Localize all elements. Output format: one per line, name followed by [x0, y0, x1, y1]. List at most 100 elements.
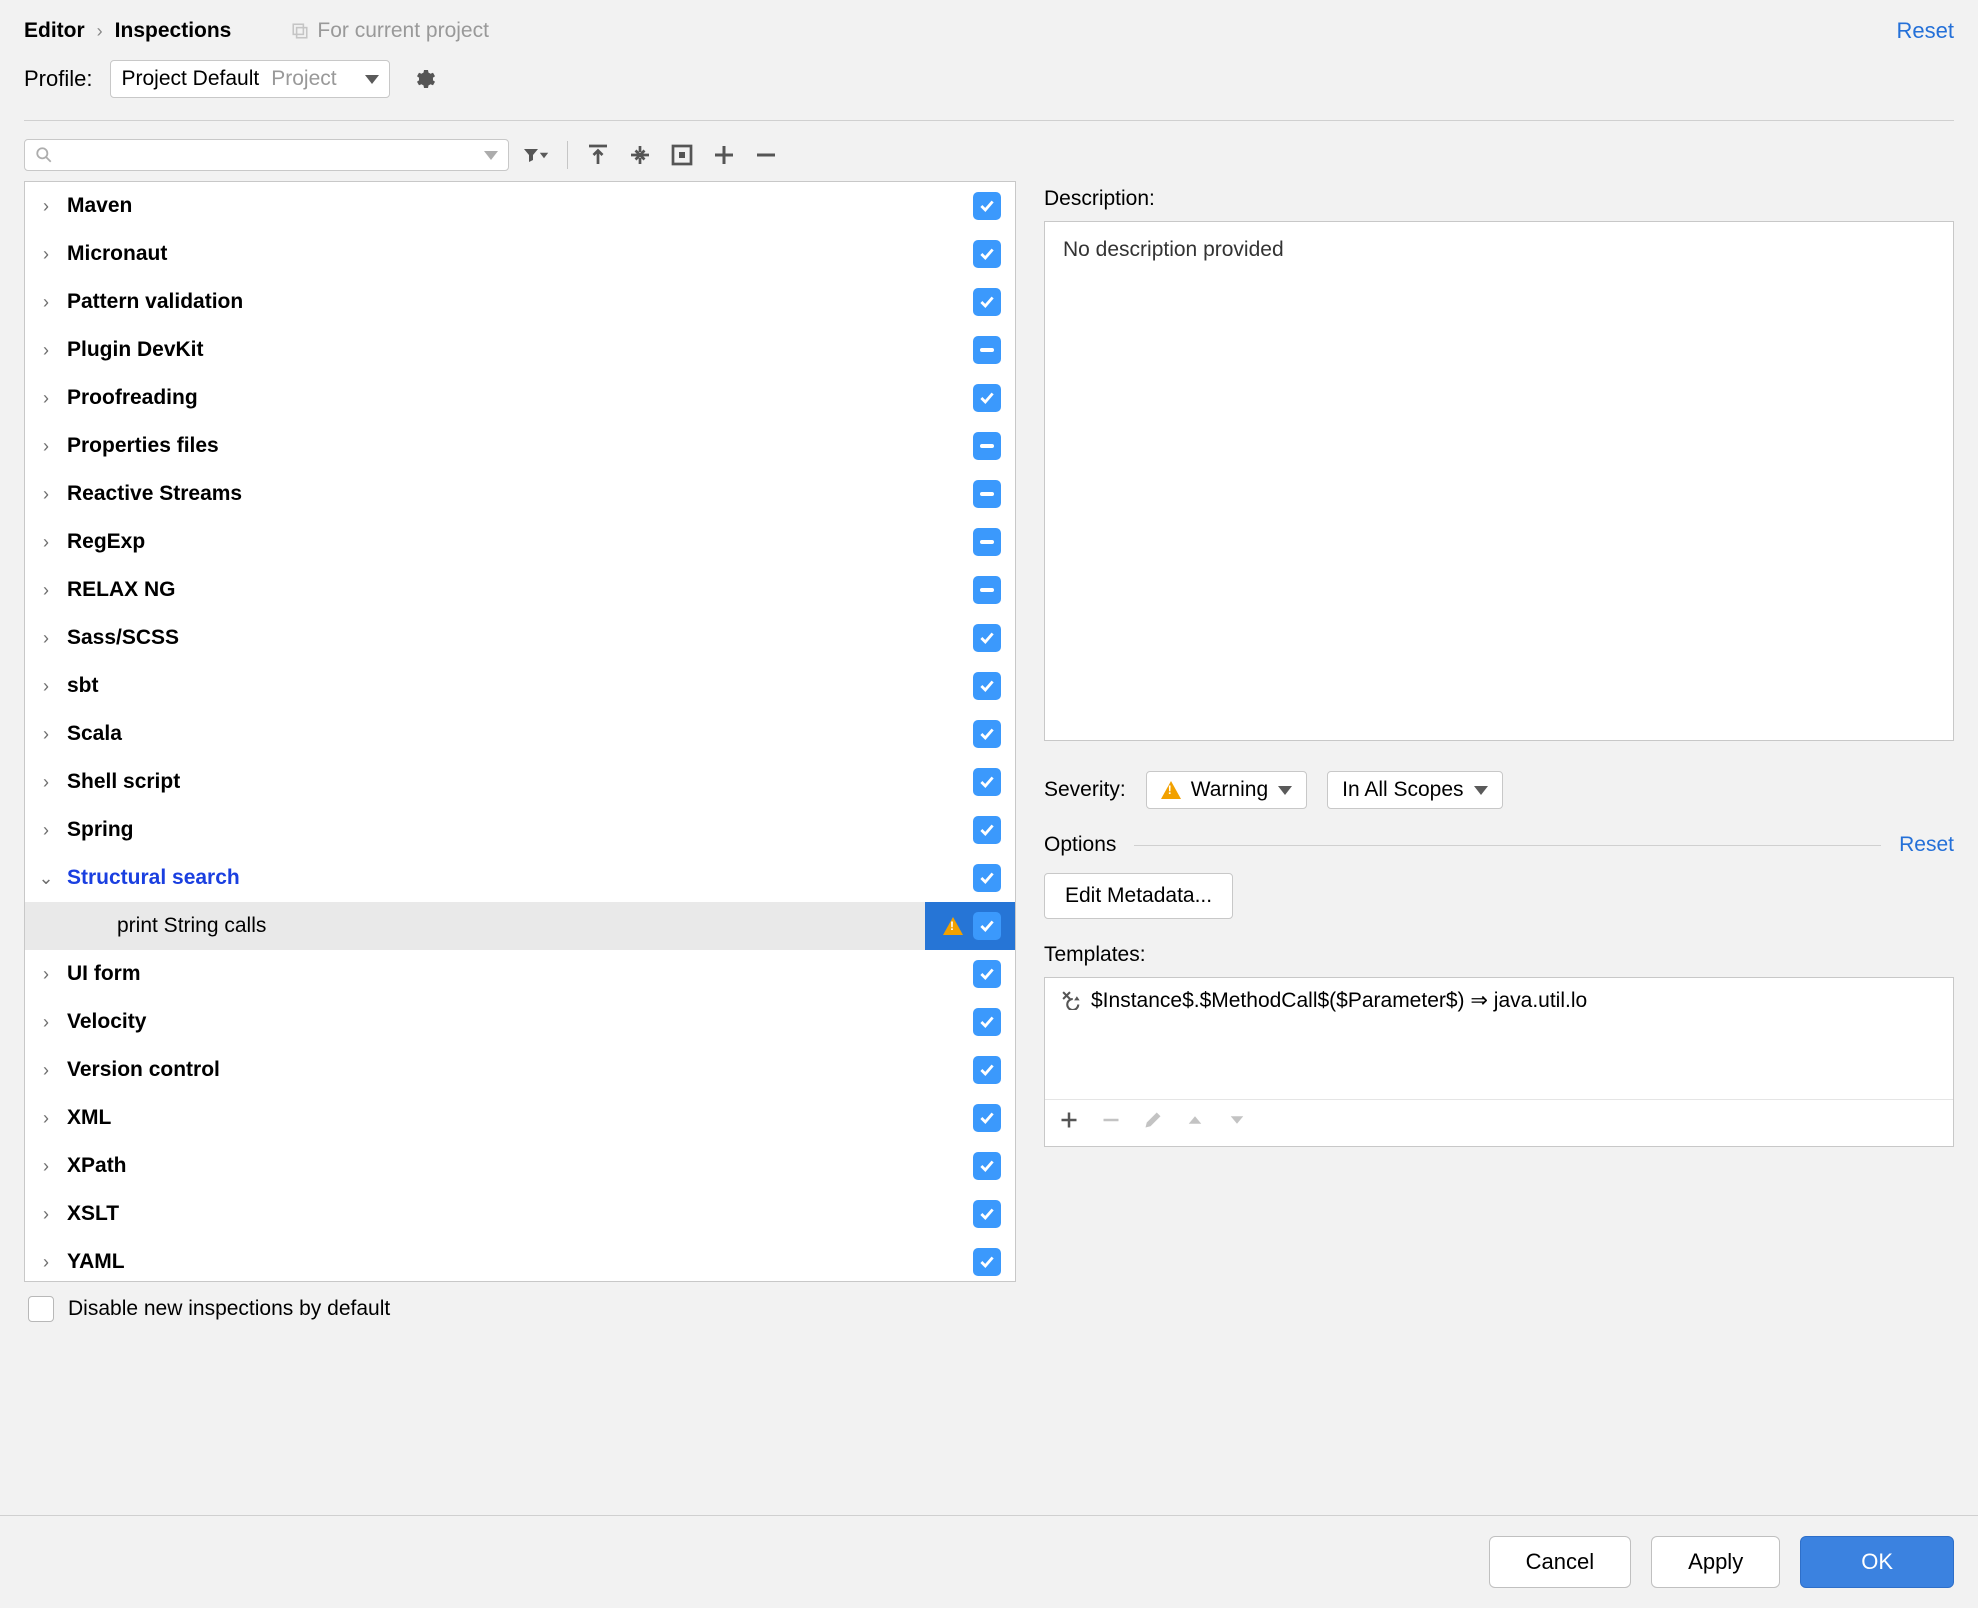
expand-all-button[interactable] — [584, 141, 612, 169]
chevron-right-icon[interactable]: › — [35, 964, 57, 985]
tree-row[interactable]: ›RegExp — [25, 518, 1015, 566]
chevron-right-icon[interactable]: › — [35, 436, 57, 457]
breadcrumb-current: Inspections — [115, 19, 232, 43]
tree-row[interactable]: ›Micronaut — [25, 230, 1015, 278]
tree-row[interactable]: › Reactive Streams — [25, 470, 1015, 518]
edit-metadata-button[interactable]: Edit Metadata... — [1044, 873, 1233, 919]
inspection-checkbox[interactable] — [973, 624, 1001, 652]
tree-row[interactable]: ›UI form — [25, 950, 1015, 998]
filter-button[interactable] — [523, 141, 551, 169]
chevron-right-icon[interactable]: › — [35, 772, 57, 793]
inspection-checkbox[interactable] — [973, 240, 1001, 268]
chevron-right-icon[interactable]: › — [35, 340, 57, 361]
chevron-right-icon[interactable]: › — [35, 724, 57, 745]
chevron-right-icon[interactable]: › — [35, 1204, 57, 1225]
inspection-checkbox[interactable] — [973, 672, 1001, 700]
tree-row[interactable]: › Scala — [25, 710, 1015, 758]
tree-item-label: Reactive Streams — [67, 482, 242, 506]
profile-select[interactable]: Project Default Project — [110, 60, 390, 98]
inspection-checkbox[interactable] — [973, 816, 1001, 844]
tree-row[interactable]: ›sbt — [25, 662, 1015, 710]
chevron-right-icon[interactable]: › — [35, 532, 57, 553]
inspection-checkbox[interactable] — [973, 864, 1001, 892]
inspection-checkbox[interactable] — [973, 336, 1001, 364]
profile-settings-button[interactable] — [408, 63, 440, 95]
tree-row[interactable]: ›Properties files — [25, 422, 1015, 470]
chevron-right-icon[interactable]: › — [35, 292, 57, 313]
tree-row[interactable]: ›Proofreading — [25, 374, 1015, 422]
chevron-right-icon[interactable]: › — [35, 244, 57, 265]
inspection-checkbox[interactable] — [973, 912, 1001, 940]
collapse-all-button[interactable] — [626, 141, 654, 169]
reset-link[interactable]: Reset — [1897, 18, 1954, 44]
inspection-checkbox[interactable] — [973, 576, 1001, 604]
chevron-right-icon[interactable]: › — [35, 388, 57, 409]
chevron-right-icon[interactable]: › — [35, 1252, 57, 1273]
chevron-right-icon[interactable]: › — [35, 196, 57, 217]
template-row[interactable]: $Instance$.$MethodCall$($Parameter$) ⇒ j… — [1045, 978, 1953, 1099]
inspection-checkbox[interactable] — [973, 1008, 1001, 1036]
scope-value: In All Scopes — [1342, 778, 1463, 802]
tree-row[interactable]: print String calls — [25, 902, 1015, 950]
ok-button[interactable]: OK — [1800, 1536, 1954, 1588]
tree-row[interactable]: ›Plugin DevKit — [25, 326, 1015, 374]
chevron-right-icon[interactable]: › — [35, 1108, 57, 1129]
inspection-checkbox[interactable] — [973, 1200, 1001, 1228]
tree-item-label: Version control — [67, 1058, 220, 1082]
inspection-checkbox[interactable] — [973, 288, 1001, 316]
inspection-checkbox[interactable] — [973, 480, 1001, 508]
inspection-checkbox[interactable] — [973, 768, 1001, 796]
tree-row[interactable]: ⌄Structural search — [25, 854, 1015, 902]
inspection-checkbox[interactable] — [973, 1104, 1001, 1132]
reset-enabled-button[interactable] — [668, 141, 696, 169]
disable-new-checkbox[interactable] — [28, 1296, 54, 1322]
template-add-button[interactable] — [1059, 1110, 1079, 1136]
remove-button[interactable] — [752, 141, 780, 169]
inspection-checkbox[interactable] — [973, 384, 1001, 412]
chevron-right-icon[interactable]: › — [35, 676, 57, 697]
template-remove-button[interactable] — [1101, 1110, 1121, 1136]
chevron-down-icon[interactable]: ⌄ — [35, 868, 57, 889]
severity-select[interactable]: Warning — [1146, 771, 1307, 809]
inspection-checkbox[interactable] — [973, 960, 1001, 988]
tree-row[interactable]: ›Maven — [25, 182, 1015, 230]
chevron-right-icon[interactable]: › — [35, 580, 57, 601]
tree-row[interactable]: ›Pattern validation — [25, 278, 1015, 326]
inspection-checkbox[interactable] — [973, 432, 1001, 460]
search-input[interactable] — [24, 139, 509, 171]
tree-row[interactable]: ›XPath — [25, 1142, 1015, 1190]
tree-row[interactable]: › Version control — [25, 1046, 1015, 1094]
inspection-checkbox[interactable] — [973, 528, 1001, 556]
cancel-button[interactable]: Cancel — [1489, 1536, 1631, 1588]
scope-select[interactable]: In All Scopes — [1327, 771, 1502, 809]
tree-row[interactable]: ›Sass/SCSS — [25, 614, 1015, 662]
tree-row[interactable]: ›RELAX NG — [25, 566, 1015, 614]
inspection-checkbox[interactable] — [973, 1056, 1001, 1084]
tree-item-label: Scala — [67, 722, 122, 746]
inspection-tree[interactable]: ›Maven›Micronaut›Pattern validation›Plug… — [24, 181, 1016, 1282]
template-down-button[interactable] — [1227, 1110, 1247, 1136]
chevron-down-icon — [1227, 1110, 1247, 1130]
apply-button[interactable]: Apply — [1651, 1536, 1780, 1588]
add-button[interactable] — [710, 141, 738, 169]
template-up-button[interactable] — [1185, 1110, 1205, 1136]
tree-row[interactable]: ›Velocity — [25, 998, 1015, 1046]
tree-row[interactable]: ›Shell script — [25, 758, 1015, 806]
tree-row[interactable]: ›XSLT — [25, 1190, 1015, 1238]
tree-row[interactable]: ›YAML — [25, 1238, 1015, 1282]
chevron-right-icon[interactable]: › — [35, 1156, 57, 1177]
chevron-right-icon[interactable]: › — [35, 1012, 57, 1033]
chevron-right-icon[interactable]: › — [35, 628, 57, 649]
inspection-checkbox[interactable] — [973, 192, 1001, 220]
tree-row[interactable]: ›Spring — [25, 806, 1015, 854]
inspection-checkbox[interactable] — [973, 1152, 1001, 1180]
template-edit-button[interactable] — [1143, 1110, 1163, 1136]
breadcrumb-parent[interactable]: Editor — [24, 19, 85, 43]
chevron-right-icon[interactable]: › — [35, 820, 57, 841]
inspection-checkbox[interactable] — [973, 720, 1001, 748]
chevron-right-icon[interactable]: › — [35, 484, 57, 505]
tree-row[interactable]: ›XML — [25, 1094, 1015, 1142]
chevron-right-icon[interactable]: › — [35, 1060, 57, 1081]
options-reset-link[interactable]: Reset — [1899, 833, 1954, 857]
inspection-checkbox[interactable] — [973, 1248, 1001, 1276]
